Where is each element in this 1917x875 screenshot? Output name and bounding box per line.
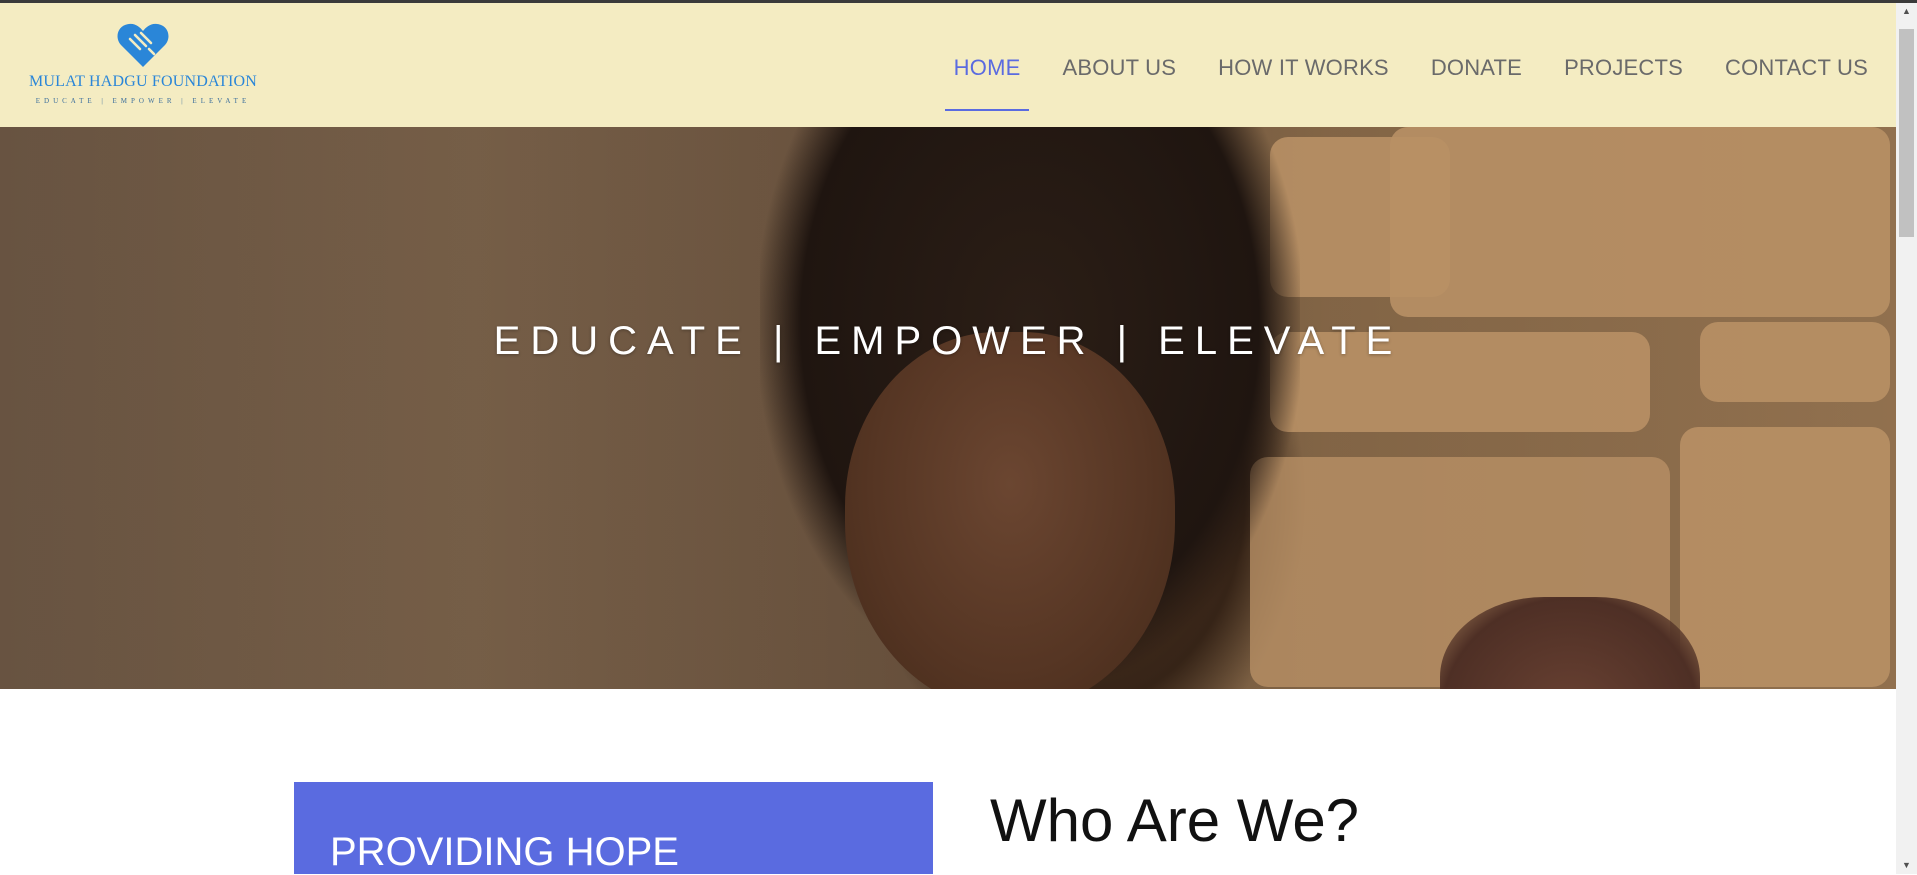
heart-handshake-icon (117, 23, 169, 67)
providing-hope-card: PROVIDING HOPE (294, 782, 933, 874)
site-header: MULAT HADGU FOUNDATION EDUCATE | EMPOWER… (0, 3, 1896, 127)
nav-item-contact-us[interactable]: CONTACT US (1725, 55, 1868, 81)
nav-item-home[interactable]: HOME (944, 55, 1030, 111)
logo-tagline: EDUCATE | EMPOWER | ELEVATE (35, 97, 251, 105)
page-scrollbar[interactable]: ▲ ▼ (1896, 3, 1917, 874)
hero-headline: EDUCATE | EMPOWER | ELEVATE (493, 319, 1403, 363)
logo-wordmark: MULAT HADGU FOUNDATION (28, 73, 258, 90)
triangle-down-icon[interactable]: ▼ (1896, 857, 1917, 874)
site-logo[interactable]: MULAT HADGU FOUNDATION EDUCATE | EMPOWER… (28, 21, 258, 113)
nav-item-how-it-works[interactable]: HOW IT WORKS (1218, 55, 1389, 81)
scrollbar-thumb[interactable] (1899, 29, 1914, 237)
card-title: PROVIDING HOPE (330, 830, 679, 874)
nav-item-about-us[interactable]: ABOUT US (1062, 55, 1176, 81)
section-title: Who Are We? (990, 787, 1360, 854)
main-nav: HOME ABOUT US HOW IT WORKS DONATE PROJEC… (912, 6, 1868, 130)
triangle-up-icon[interactable]: ▲ (1896, 3, 1917, 20)
hero-banner: EDUCATE | EMPOWER | ELEVATE (0, 127, 1896, 689)
nav-item-projects[interactable]: PROJECTS (1564, 55, 1683, 81)
nav-item-donate[interactable]: DONATE (1431, 55, 1522, 81)
